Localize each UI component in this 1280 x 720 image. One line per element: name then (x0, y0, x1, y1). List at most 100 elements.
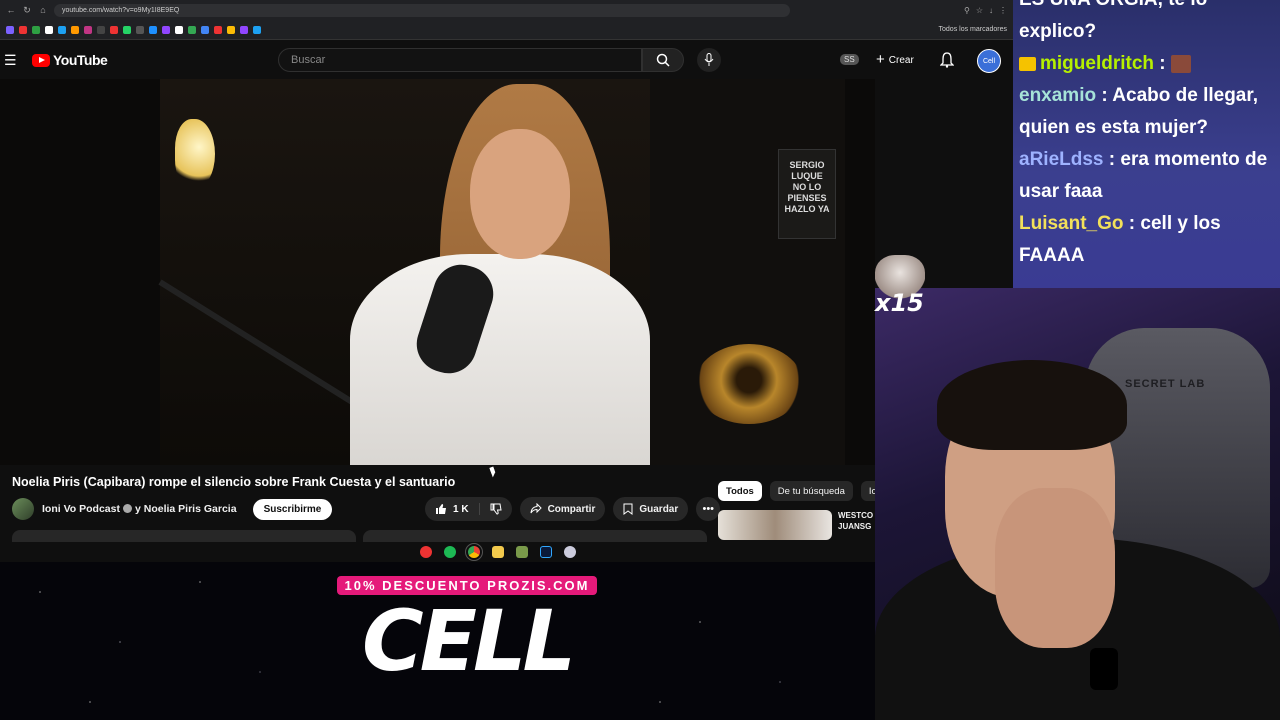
guest-face-image (470, 129, 570, 259)
ss-badge[interactable]: SS (840, 54, 859, 65)
app-icon[interactable] (420, 546, 432, 558)
share-icon (530, 503, 542, 514)
emote-combo-overlay: x15 (875, 255, 931, 330)
download-icon[interactable]: ↓ (989, 6, 993, 15)
home-icon[interactable]: ⌂ (38, 5, 48, 15)
bookmark-icon[interactable] (6, 25, 14, 34)
chat-message: enxamio : Acabo de llegar, quien es esta… (1019, 80, 1274, 144)
notifications-icon[interactable] (939, 52, 955, 73)
video-actions: 1 K Compartir Guardar ••• (425, 497, 721, 521)
youtube-play-icon (32, 53, 50, 67)
voice-search-button[interactable] (697, 48, 721, 72)
chrome-icon[interactable] (465, 543, 483, 561)
description-box[interactable] (12, 530, 356, 542)
chair-logo: SECRET LAB (1125, 378, 1206, 390)
minecraft-icon[interactable] (516, 546, 528, 558)
channel-secondary-name[interactable]: Noelia Piris Garcia (144, 503, 237, 515)
star-icon[interactable]: ☆ (976, 6, 983, 15)
dislike-button[interactable] (480, 503, 512, 515)
like-button[interactable]: 1 K (425, 503, 480, 515)
user-avatar-text: Cell (982, 57, 996, 65)
related-chips: Todos De tu búsqueda Ioni (718, 481, 893, 501)
save-button[interactable]: Guardar (613, 497, 689, 521)
streamer-hair-image (937, 360, 1127, 450)
comments-box[interactable] (363, 530, 707, 542)
chip-all[interactable]: Todos (718, 481, 762, 501)
spotify-icon[interactable] (444, 546, 456, 558)
taskbar (420, 543, 576, 561)
search-box[interactable] (278, 48, 642, 72)
channel-joiner: y (134, 503, 141, 515)
chat-text: ES UNA ORGIA, te lo explico? (1019, 0, 1207, 42)
webcam-feed: SECRET LAB (875, 288, 1280, 720)
bookmark-icon[interactable] (19, 25, 27, 34)
share-button[interactable]: Compartir (519, 497, 606, 521)
like-dislike-group: 1 K (425, 497, 512, 521)
url-text: youtube.com/watch?v=o9My1I8E9EQ (62, 6, 180, 14)
bookmark-icon[interactable] (97, 25, 105, 34)
chat-message: migueldritch : (1019, 48, 1274, 80)
stream-chat: ES UNA ORGIA, te lo explico? migueldritc… (1013, 0, 1280, 288)
chat-message: Luisant_Go : cell y los FAAAA (1019, 208, 1274, 272)
chat-username: enxamio (1019, 85, 1097, 106)
youtube-logo[interactable]: YouTube (32, 52, 108, 68)
chat-message: ES UNA ORGIA, te lo explico? (1019, 0, 1274, 48)
chip-from-search[interactable]: De tu búsqueda (769, 481, 853, 501)
bookmark-icon[interactable] (136, 25, 144, 34)
chat-username: migueldritch (1040, 53, 1155, 74)
related-video-thumbnail[interactable] (718, 510, 832, 540)
bookmark-icon[interactable] (45, 25, 53, 34)
bookmark-icon[interactable] (58, 25, 66, 34)
more-actions-icon[interactable]: ••• (696, 497, 721, 521)
subscribe-button[interactable]: Suscribirme (252, 498, 333, 520)
plus-icon: + (876, 51, 885, 68)
app-icon[interactable] (564, 546, 576, 558)
bookmark-icon[interactable] (32, 25, 40, 34)
search-input[interactable] (289, 53, 593, 67)
reload-icon[interactable]: ↻ (22, 5, 32, 16)
channel-primary-name[interactable]: Ioni Vo Podcast (42, 503, 120, 515)
microphone-icon (704, 53, 714, 66)
channel-name[interactable]: Ioni Vo Podcast y Noelia Piris Garcia (42, 503, 237, 515)
bookmark-icon[interactable] (175, 25, 183, 34)
bookmark-save-icon (623, 503, 633, 515)
bookmark-icon[interactable] (123, 25, 131, 34)
user-avatar[interactable]: Cell (977, 49, 1001, 73)
bookmarks-folder[interactable]: Todos los marcadores (939, 26, 1007, 33)
bookmark-icon[interactable] (214, 25, 222, 34)
bookmark-icon[interactable] (227, 25, 235, 34)
related-video-item[interactable]: WESTCO JUANSG (718, 510, 878, 540)
bookmark-icon[interactable] (201, 25, 209, 34)
related-video-title[interactable]: WESTCO JUANSG (838, 510, 878, 540)
video-title: Noelia Piris (Capibara) rompe el silenci… (12, 475, 456, 489)
folder-icon[interactable] (492, 546, 504, 558)
channel-avatar[interactable] (12, 498, 34, 520)
bookmark-icon[interactable] (71, 25, 79, 34)
bookmark-icon[interactable] (240, 25, 248, 34)
chat-username: aRieLdss (1019, 149, 1104, 170)
create-label: Crear (888, 54, 914, 66)
youtube-header: ☰ YouTube SS + Crear Cell (0, 40, 1013, 80)
zoom-icon[interactable]: ⚲ (964, 6, 970, 15)
combo-count: x15 (875, 289, 924, 317)
back-icon[interactable]: ← (6, 5, 16, 15)
bookmarks-bar: Todos los marcadores (0, 20, 1013, 40)
address-bar[interactable]: youtube.com/watch?v=o9My1I8E9EQ (54, 3, 790, 17)
video-player[interactable]: SERGIO LUQUE NO LO PIENSES HAZLO YA (0, 79, 875, 465)
bookmark-icon[interactable] (149, 25, 157, 34)
browser-window: ← ↻ ⌂ youtube.com/watch?v=o9My1I8E9EQ ⚲ … (0, 0, 1013, 562)
menu-icon[interactable]: ⋮ (999, 6, 1007, 15)
like-count: 1 K (453, 503, 469, 515)
bookmark-icon[interactable] (84, 25, 92, 34)
create-button[interactable]: + Crear (868, 49, 922, 71)
bookmark-icon[interactable] (188, 25, 196, 34)
bookmark-icon[interactable] (253, 25, 261, 34)
bookmark-icon[interactable] (162, 25, 170, 34)
photoshop-icon[interactable] (540, 546, 552, 558)
verified-icon (122, 503, 132, 513)
bookmark-icon[interactable] (110, 25, 118, 34)
search-button[interactable] (642, 48, 684, 72)
browser-toolbar: ← ↻ ⌂ youtube.com/watch?v=o9My1I8E9EQ ⚲ … (0, 0, 1013, 20)
mouse-cursor-icon (489, 466, 497, 478)
hamburger-menu-icon[interactable]: ☰ (4, 52, 17, 69)
